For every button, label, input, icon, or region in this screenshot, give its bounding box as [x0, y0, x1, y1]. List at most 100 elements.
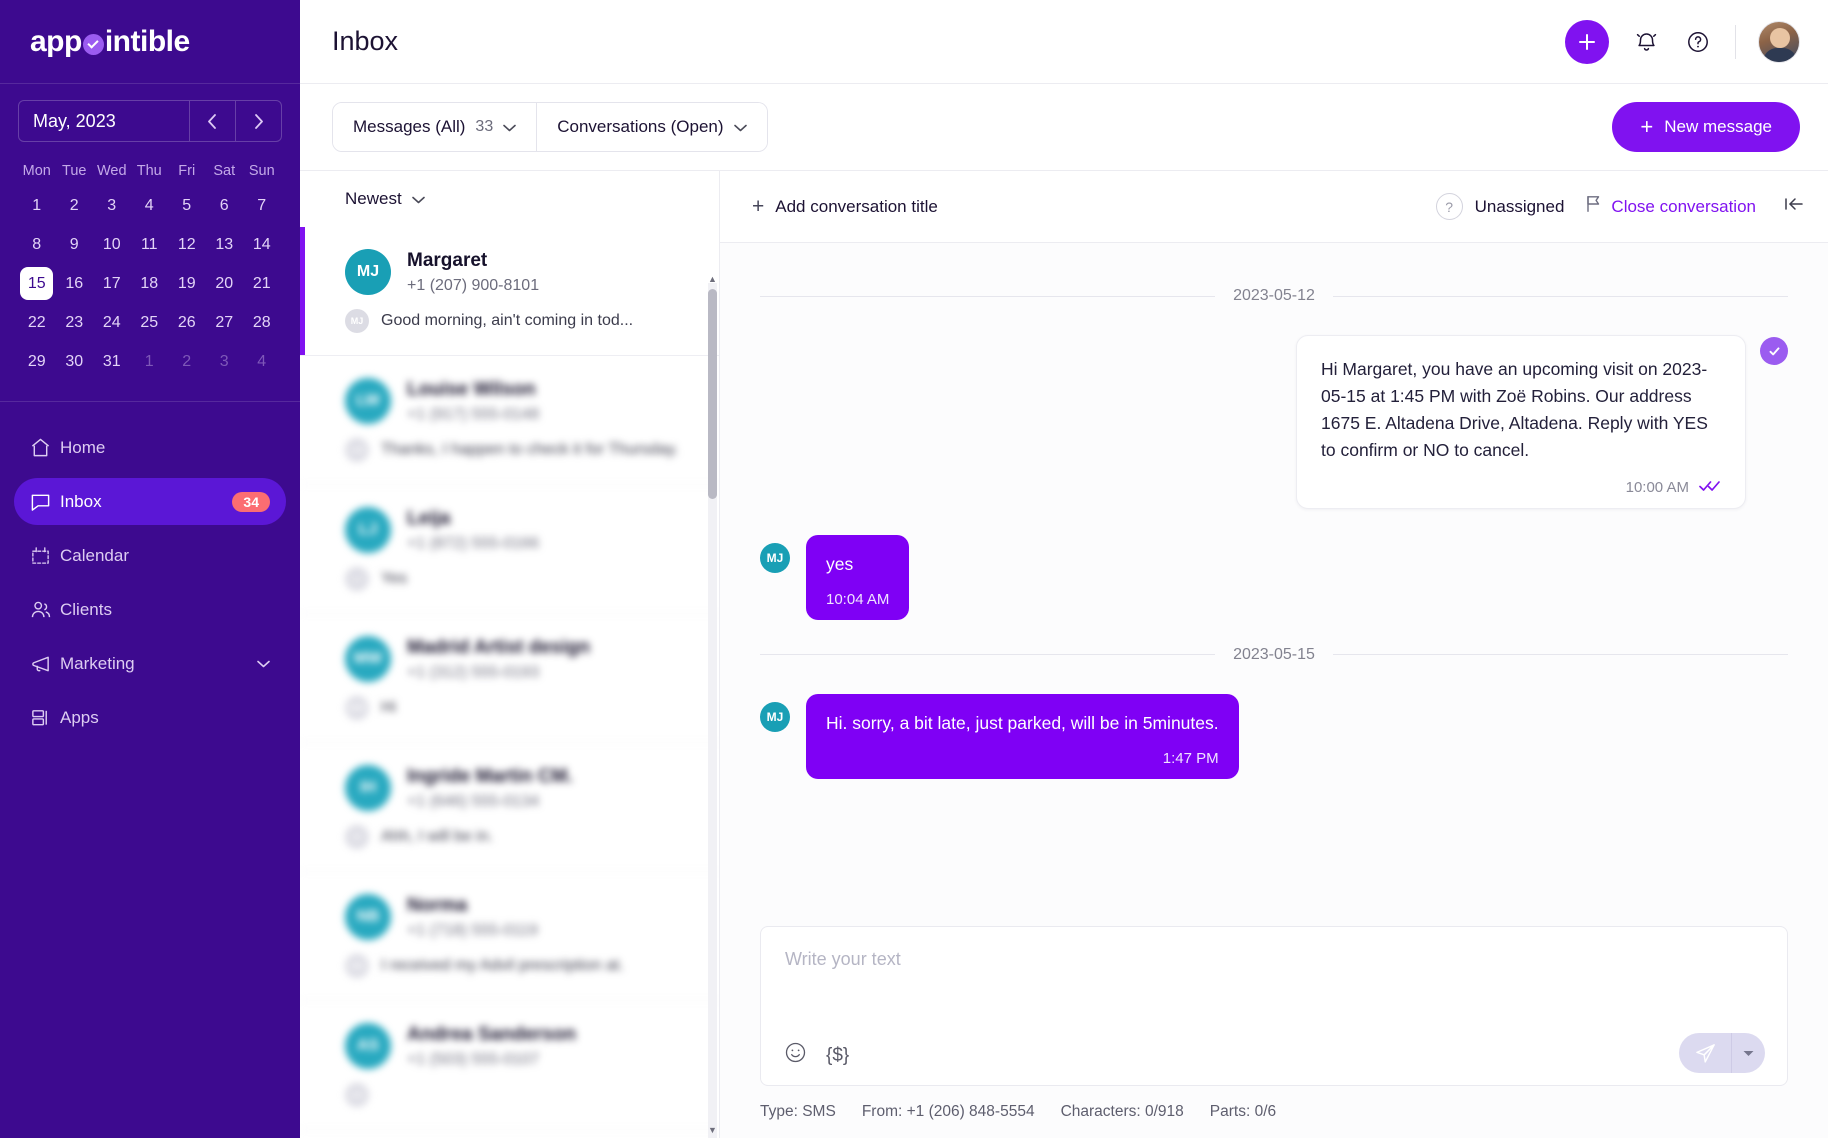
conversation-phone: +1 (312) 555-0193: [407, 664, 590, 682]
sidebar-item-calendar[interactable]: Calendar: [14, 532, 286, 579]
sidebar-item-home[interactable]: Home: [14, 424, 286, 471]
conversation-list-item[interactable]: LJLeija+1 (872) 555-0166LJYes: [300, 485, 719, 614]
calendar-day[interactable]: 16: [56, 264, 94, 303]
scroll-down-arrow-icon[interactable]: ▼: [708, 1124, 717, 1136]
conversation-list-item[interactable]: ASAndrea Sanderson+1 (503) 555-0107AS: [300, 1001, 719, 1130]
conversation-list-item[interactable]: LWLouise Wilson+1 (917) 555-0148LWThanks…: [300, 356, 719, 485]
conversation-list-item[interactable]: NB Norma+1 (718) 555-0119 NBI received my …: [300, 872, 719, 1001]
message-bubble[interactable]: Hi Margaret, you have an upcoming visit …: [1296, 335, 1746, 509]
conversation-list-item[interactable]: IHIngride Martin CM.+1 (646) 555-0134IHA…: [300, 743, 719, 872]
emoji-smile-icon[interactable]: [785, 1042, 806, 1069]
calendar-next-button[interactable]: [235, 101, 281, 141]
calendar-day[interactable]: 6: [206, 186, 244, 225]
calendar-day[interactable]: 5: [168, 186, 206, 225]
calendar-day[interactable]: 7: [243, 186, 281, 225]
message-composer[interactable]: Write your text {$}: [760, 926, 1788, 1086]
calendar-day[interactable]: 20: [206, 264, 244, 303]
calendar-day[interactable]: 1: [18, 186, 56, 225]
calendar-day[interactable]: 12: [168, 225, 206, 264]
conversation-preview: NBI received my Advil prescription at.: [345, 954, 693, 978]
sidebar-item-marketing[interactable]: Marketing: [14, 640, 286, 687]
calendar-day[interactable]: 14: [243, 225, 281, 264]
new-message-button[interactable]: + New message: [1612, 102, 1800, 152]
calendar-day[interactable]: 3: [93, 186, 131, 225]
send-button[interactable]: [1679, 1033, 1731, 1073]
calendar-day[interactable]: 18: [131, 264, 169, 303]
list-scrollbar-thumb[interactable]: [708, 289, 717, 499]
calendar-day[interactable]: 9: [56, 225, 94, 264]
calendar-day[interactable]: 4: [131, 186, 169, 225]
calendar-day[interactable]: 13: [206, 225, 244, 264]
conversation-name: Madrid Artist design: [407, 636, 590, 661]
plus-icon: +: [752, 195, 764, 219]
message-time: 1:47 PM: [826, 750, 1219, 767]
conversation-preview-text: Ahh, I will be in.: [381, 828, 493, 846]
calendar-day[interactable]: 15: [18, 264, 56, 303]
calendar-day[interactable]: 2: [168, 342, 206, 381]
megaphone-icon: [30, 653, 60, 674]
calendar-day[interactable]: 17: [93, 264, 131, 303]
sidebar-item-apps[interactable]: Apps: [14, 694, 286, 741]
avatar[interactable]: [1758, 21, 1800, 63]
conversation-preview: AS: [345, 1083, 693, 1107]
calendar-day[interactable]: 22: [18, 303, 56, 342]
calendar-day[interactable]: 21: [243, 264, 281, 303]
conversation-list-item[interactable]: MJMargaret+1 (207) 900-8101MJGood mornin…: [300, 227, 719, 356]
calendar-day[interactable]: 28: [243, 303, 281, 342]
scroll-up-arrow-icon[interactable]: ▲: [708, 273, 717, 285]
message-bubble[interactable]: yes10:04 AM: [806, 535, 909, 620]
calendar-day[interactable]: 24: [93, 303, 131, 342]
calendar-day[interactable]: 30: [56, 342, 94, 381]
calendar-day[interactable]: 19: [168, 264, 206, 303]
calendar-day[interactable]: 2: [56, 186, 94, 225]
calendar-day[interactable]: 29: [18, 342, 56, 381]
conversation-list-item[interactable]: MWMadrid Artist design+1 (312) 555-0193M…: [300, 614, 719, 743]
close-conversation-button[interactable]: Close conversation: [1586, 195, 1756, 218]
preview-avatar: NB: [345, 954, 369, 978]
calendar-day[interactable]: 4: [243, 342, 281, 381]
sort-dropdown[interactable]: Newest: [345, 189, 425, 209]
calendar-day[interactable]: 23: [56, 303, 94, 342]
send-button-group[interactable]: [1679, 1033, 1765, 1073]
conversation-item-header: MJMargaret+1 (207) 900-8101: [345, 249, 693, 295]
preview-avatar: LW: [345, 438, 369, 462]
calendar-day[interactable]: 11: [131, 225, 169, 264]
brand-name-part1: app: [30, 25, 82, 59]
assignee-button[interactable]: ? Unassigned: [1436, 193, 1565, 220]
quick-add-button[interactable]: [1565, 20, 1609, 64]
logo[interactable]: appintible: [0, 0, 300, 84]
calendar-prev-button[interactable]: [189, 101, 235, 141]
calendar-day[interactable]: 25: [131, 303, 169, 342]
date-divider-label: 2023-05-12: [1233, 287, 1315, 305]
top-bar: Inbox: [300, 0, 1828, 84]
messages-filter[interactable]: Messages (All) 33: [333, 103, 536, 151]
mini-calendar: May, 2023 MonTueWedThuFriSatSun 12345678…: [0, 84, 300, 402]
message-bubble[interactable]: Hi. sorry, a bit late, just parked, will…: [806, 694, 1239, 779]
help-icon[interactable]: [1683, 27, 1713, 57]
conversation-item-info: Norma+1 (718) 555-0119: [407, 894, 538, 940]
sidebar-item-clients[interactable]: Clients: [14, 586, 286, 633]
conversations-filter[interactable]: Conversations (Open): [536, 103, 766, 151]
chevron-down-icon[interactable]: [257, 656, 270, 671]
calendar-day[interactable]: 8: [18, 225, 56, 264]
bell-icon[interactable]: [1631, 27, 1661, 57]
conversation-scroll[interactable]: MJMargaret+1 (207) 900-8101MJGood mornin…: [300, 227, 719, 1138]
send-options-button[interactable]: [1731, 1033, 1765, 1073]
calendar-day[interactable]: 3: [206, 342, 244, 381]
add-conversation-title-button[interactable]: + Add conversation title: [752, 195, 938, 219]
calendar-day-selected[interactable]: 15: [20, 267, 53, 300]
conversation-name: Andrea Sanderson: [407, 1023, 576, 1048]
preview-avatar: LJ: [345, 567, 369, 591]
calendar-day[interactable]: 1: [131, 342, 169, 381]
message-row-outbound: Hi Margaret, you have an upcoming visit …: [760, 335, 1788, 509]
calendar-day[interactable]: 27: [206, 303, 244, 342]
collapse-panel-icon[interactable]: [1784, 196, 1804, 217]
avatar: IH: [345, 765, 391, 811]
calendar-day[interactable]: 26: [168, 303, 206, 342]
merge-variable-icon[interactable]: {$}: [826, 1045, 849, 1067]
status-from: From: +1 (206) 848-5554: [862, 1103, 1035, 1121]
conversation-phone: +1 (917) 555-0148: [407, 406, 539, 424]
calendar-day[interactable]: 10: [93, 225, 131, 264]
calendar-day[interactable]: 31: [93, 342, 131, 381]
sidebar-item-inbox[interactable]: Inbox34: [14, 478, 286, 525]
